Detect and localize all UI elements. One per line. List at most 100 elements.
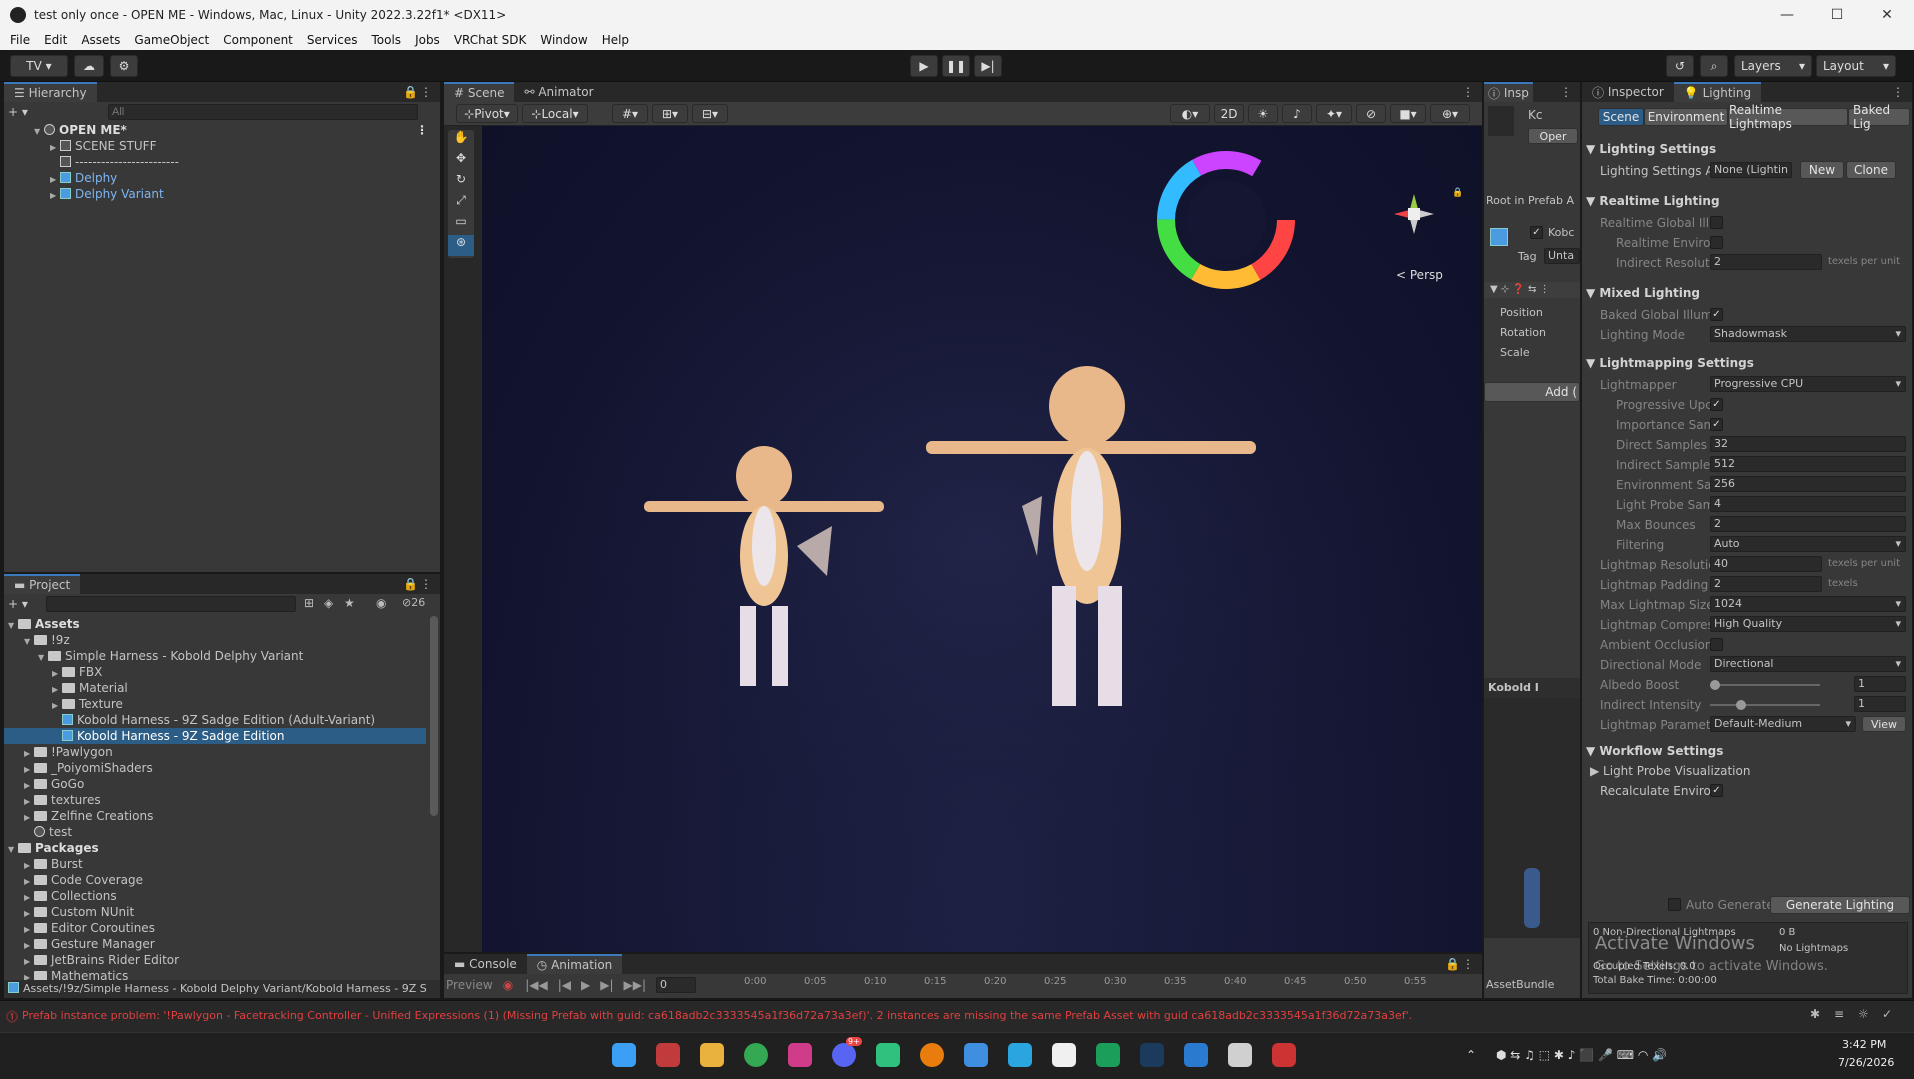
scale-tool-icon[interactable]: ⤢	[448, 193, 474, 214]
vscode-icon[interactable]	[1184, 1043, 1208, 1067]
more-icon[interactable]: ⋮	[420, 577, 432, 591]
create-asset-button[interactable]: + ▾	[8, 594, 38, 614]
next-key-icon[interactable]: ▶|	[600, 978, 613, 992]
lock-icon[interactable]: 🔒	[403, 577, 418, 591]
realtime-gi-checkbox[interactable]	[1710, 216, 1723, 229]
tab-animation[interactable]: ◷ Animation	[526, 954, 623, 974]
clock-date[interactable]: 7/26/2026	[1838, 1056, 1894, 1069]
scene-root[interactable]: ▼ OPEN ME* ⋮	[4, 122, 440, 138]
more-icon[interactable]: ⋮	[1462, 85, 1474, 99]
more-icon[interactable]: ⋮	[1462, 957, 1474, 971]
draw-mode-dropdown[interactable]: ◐▾	[1170, 104, 1210, 123]
compression-dropdown[interactable]: High Quality ▾	[1710, 616, 1906, 632]
minimize-button[interactable]: —	[1764, 0, 1810, 30]
project-item[interactable]: ▶ Zelfine Creations	[4, 808, 440, 824]
app-icon[interactable]	[876, 1043, 900, 1067]
project-item[interactable]: Kobold Harness - 9Z Sadge Edition (Adult…	[4, 712, 440, 728]
filter-type-icon[interactable]: ⊞	[304, 596, 314, 610]
hierarchy-item[interactable]: ------------------------	[4, 154, 440, 170]
ambient-occlusion-checkbox[interactable]	[1710, 638, 1723, 651]
view-button[interactable]: View	[1862, 716, 1906, 732]
hierarchy-item-delphy[interactable]: ▶ Delphy	[4, 170, 440, 186]
settings-asset-field[interactable]: None (Lightin	[1710, 162, 1792, 178]
preview-toggle[interactable]: Preview	[446, 978, 493, 992]
menu-file[interactable]: File	[10, 33, 30, 47]
first-key-icon[interactable]: |◀◀	[525, 978, 548, 992]
grid-snap-icon[interactable]: #▾	[612, 104, 648, 123]
add-component-button[interactable]: Add (	[1484, 382, 1580, 402]
menu-component[interactable]: Component	[223, 33, 293, 47]
hand-tool-icon[interactable]: ✋	[448, 130, 474, 151]
increment-snap-icon[interactable]: ⊟▾	[692, 104, 728, 123]
direct-samples-field[interactable]: 32	[1710, 436, 1906, 452]
tab-lighting[interactable]: 💡 Lighting	[1673, 82, 1762, 102]
open-prefab-button[interactable]: Oper	[1528, 128, 1578, 144]
project-item[interactable]: ▶ _PoiyomiShaders	[4, 760, 440, 776]
env-samples-field[interactable]: 256	[1710, 476, 1906, 492]
play-button[interactable]: ▶	[910, 55, 938, 77]
package-item[interactable]: ▶ JetBrains Rider Editor	[4, 952, 440, 968]
account-button[interactable]: TV ▾	[10, 55, 68, 77]
move-tool-icon[interactable]: ✥	[448, 151, 474, 172]
tab-inspector[interactable]: ⓘ Inspector	[1582, 82, 1674, 102]
timeline-ruler[interactable]: 0:00 0:05 0:10 0:15 0:20 0:25 0:30 0:35 …	[744, 976, 1482, 994]
pivot-dropdown[interactable]: ⊹ Pivot ▾	[456, 104, 518, 123]
package-item[interactable]: ▶ Custom NUnit	[4, 904, 440, 920]
blender-icon[interactable]	[920, 1043, 944, 1067]
file-explorer-icon[interactable]	[700, 1043, 724, 1067]
package-item[interactable]: ▶ Code Coverage	[4, 872, 440, 888]
status-bar[interactable]: ⓵ Prefab instance problem: '!Pawlygon - …	[0, 1000, 1914, 1032]
add-object-button[interactable]: + ▾	[8, 102, 38, 122]
layers-dropdown[interactable]: Layers ▾	[1734, 55, 1812, 77]
lock-icon[interactable]: 🔒	[403, 85, 418, 99]
clone-button[interactable]: Clone	[1846, 161, 1896, 179]
max-lightmap-size-dropdown[interactable]: 1024 ▾	[1710, 596, 1906, 612]
more-icon[interactable]: ⋮	[1560, 85, 1572, 99]
menu-gameobject[interactable]: GameObject	[134, 33, 209, 47]
expand-arrow-icon[interactable]: ▶	[50, 188, 60, 204]
project-item[interactable]: ▶ Material	[4, 680, 440, 696]
indirect-samples-field[interactable]: 512	[1710, 456, 1906, 472]
menu-edit[interactable]: Edit	[44, 33, 67, 47]
project-item[interactable]: ▼ !9z	[4, 632, 440, 648]
project-item[interactable]: ▶ !Pawlygon	[4, 744, 440, 760]
probe-visualization-foldout[interactable]: ▶ Light Probe Visualization	[1590, 764, 1750, 778]
rect-tool-icon[interactable]: ▭	[448, 214, 474, 235]
app-icon[interactable]	[656, 1043, 680, 1067]
lock-icon[interactable]: 🔒	[1445, 957, 1460, 971]
project-item[interactable]: test	[4, 824, 440, 840]
tag-dropdown[interactable]: Unta	[1544, 248, 1580, 264]
package-item[interactable]: ▶ Collections	[4, 888, 440, 904]
active-checkbox[interactable]: ✓	[1530, 226, 1543, 239]
pause-button[interactable]: ❚❚	[942, 55, 970, 77]
subtab-environment[interactable]: Environment	[1644, 108, 1728, 126]
light-probe-samples-field[interactable]: 4	[1710, 496, 1906, 512]
filter-label-icon[interactable]: ◈	[324, 596, 333, 610]
lighting-toggle-icon[interactable]: ☀	[1248, 104, 1278, 123]
workflow-section[interactable]: ▼ Workflow Settings	[1586, 744, 1908, 758]
layers-icon[interactable]: ≡	[1834, 1007, 1844, 1021]
baked-gi-checkbox[interactable]: ✓	[1710, 308, 1723, 321]
hidden-objects-icon[interactable]: ⊘	[1356, 104, 1386, 123]
hierarchy-item-delphy-variant[interactable]: ▶ Delphy Variant	[4, 186, 440, 202]
subtab-realtime-lightmaps[interactable]: Realtime Lightmaps	[1728, 103, 1848, 131]
project-item[interactable]: ▶ GoGo	[4, 776, 440, 792]
subtab-baked-lightmaps[interactable]: Baked Lig	[1848, 103, 1910, 131]
last-key-icon[interactable]: ▶▶|	[624, 978, 647, 992]
clock-time[interactable]: 3:42 PM	[1842, 1038, 1886, 1051]
indirect-intensity-field[interactable]: 1	[1854, 696, 1906, 712]
grid-visibility-icon[interactable]: ⊞▾	[652, 104, 688, 123]
lightmapper-dropdown[interactable]: Progressive CPU ▾	[1710, 376, 1906, 392]
view-gizmo-icon[interactable]	[1389, 189, 1439, 239]
filtering-dropdown[interactable]: Auto ▾	[1710, 536, 1906, 552]
projection-label[interactable]: < Persp	[1396, 268, 1443, 282]
maximize-button[interactable]: ☐	[1814, 0, 1860, 30]
packages-root[interactable]: ▼ Packages	[4, 840, 440, 856]
record-icon[interactable]: ◉	[503, 978, 513, 992]
lightmap-res-field[interactable]: 40	[1710, 556, 1822, 572]
2d-toggle[interactable]: 2D	[1214, 104, 1244, 123]
check-circle-icon[interactable]: ✓	[1882, 1007, 1892, 1021]
project-item[interactable]: ▶ FBX	[4, 664, 440, 680]
scene-viewport[interactable]: < Persp 🔒	[482, 126, 1482, 952]
lightmap-pad-field[interactable]: 2	[1710, 576, 1822, 592]
